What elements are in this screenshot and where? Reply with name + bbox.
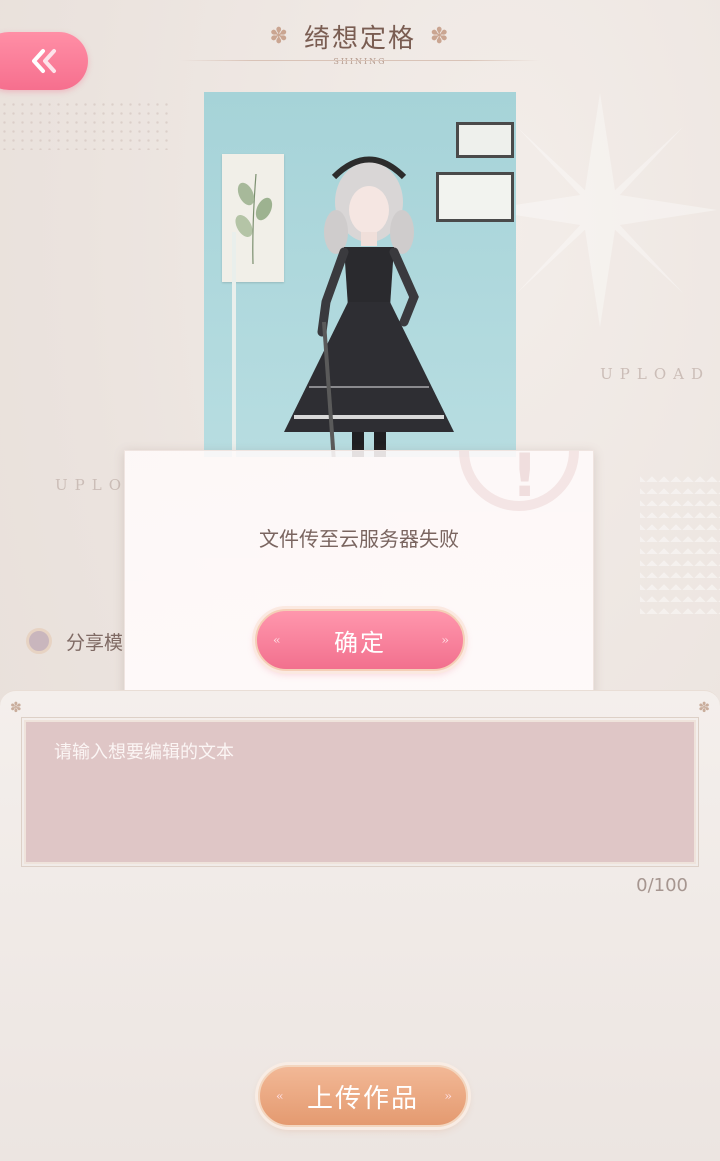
page-subtitle: SHINING: [333, 57, 387, 66]
confirm-button[interactable]: ‹‹ 确定 ››: [255, 609, 465, 671]
share-label: 分享模: [66, 632, 124, 654]
chevron-left-icon: ‹‹: [273, 633, 280, 647]
upload-button-label: 上传作品: [306, 1083, 419, 1114]
title-divider: [180, 60, 540, 61]
chevron-right-icon: ››: [441, 633, 448, 647]
share-radio[interactable]: [26, 628, 52, 654]
char-counter: 0/100: [636, 875, 688, 896]
dot-pattern-decoration: [0, 100, 170, 150]
flower-icon: ✽: [269, 24, 290, 49]
page-header: ✽ 绮想定格 ✽ SHINING: [0, 18, 720, 66]
wall-rail: [232, 232, 236, 457]
upload-watermark-left: UPLO: [55, 476, 128, 494]
chevron-left-icon: ‹‹: [276, 1089, 283, 1103]
flower-icon: ✽: [430, 24, 451, 49]
diamond-pattern-decoration: [640, 470, 720, 620]
star-icon: ✽: [698, 700, 710, 716]
star-icon: ✽: [10, 700, 22, 716]
photo-preview: [204, 92, 516, 457]
error-dialog: 文件传至云服务器失败 ‹‹ 确定 ››: [124, 441, 594, 704]
page-title: 绮想定格: [303, 24, 416, 54]
alert-icon: [459, 441, 579, 511]
chevron-right-icon: ››: [444, 1089, 451, 1103]
text-input[interactable]: [21, 717, 699, 867]
upload-watermark: UPLOAD: [600, 365, 710, 383]
dialog-message: 文件传至云服务器失败: [259, 527, 459, 551]
upload-button[interactable]: ‹‹ 上传作品 ››: [258, 1065, 468, 1127]
character-image: [284, 156, 454, 457]
confirm-button-label: 确定: [334, 628, 386, 657]
